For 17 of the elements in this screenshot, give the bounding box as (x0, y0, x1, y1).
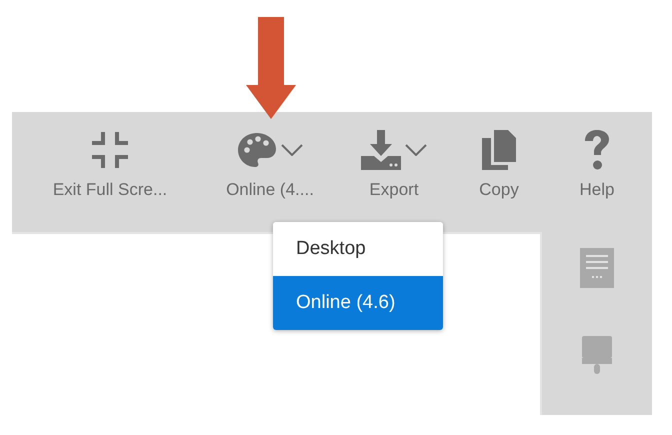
arrow-icon (246, 17, 296, 119)
menu-item[interactable]: Desktop (273, 222, 443, 276)
toolbar-button[interactable]: Help (542, 130, 652, 200)
toolbar-button[interactable]: Copy (456, 130, 542, 200)
document-icon[interactable] (580, 248, 614, 288)
exit-fullscreen-icon (92, 132, 128, 168)
menu-item[interactable]: Online (4.6) (273, 276, 443, 330)
caret-icon (405, 144, 427, 156)
paint-brush-icon[interactable] (582, 336, 612, 376)
download-icon (361, 130, 401, 170)
palette-icon (237, 132, 277, 168)
caret-icon (281, 144, 303, 156)
toolbar-button[interactable]: Export (332, 130, 456, 200)
toolbar-button[interactable]: Online (4.... (208, 130, 332, 200)
help-icon (584, 130, 610, 170)
toolbar-button[interactable]: Exit Full Scre... (12, 130, 208, 200)
copy-icon (482, 130, 516, 170)
